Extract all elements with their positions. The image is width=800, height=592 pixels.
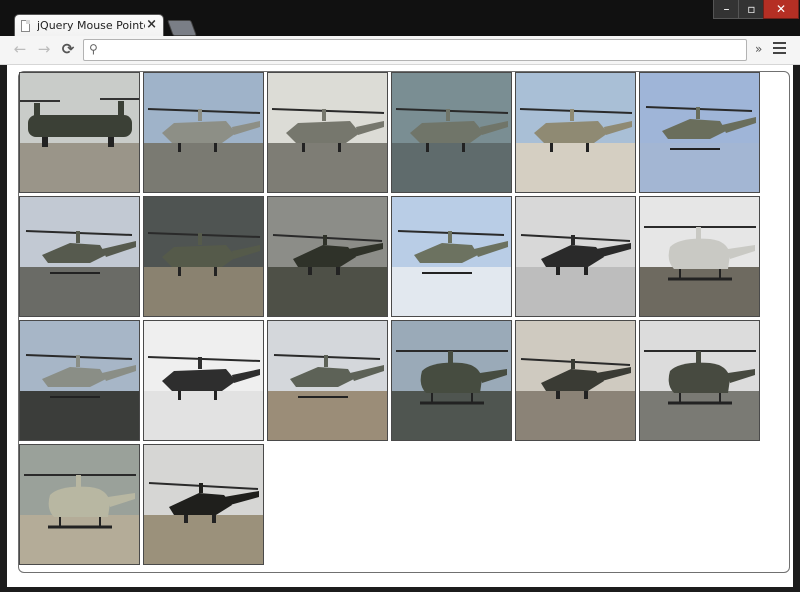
cobra-helicopter-thumbnail[interactable] — [19, 320, 140, 441]
maximize-button[interactable]: ▫ — [738, 0, 765, 19]
close-window-button[interactable]: ✕ — [763, 0, 799, 19]
chinook-helicopter-thumbnail[interactable] — [19, 72, 140, 193]
helicopter-photo — [268, 197, 387, 316]
huey-helicopter-thumbnail[interactable] — [639, 320, 760, 441]
huey-helicopter-thumbnail[interactable] — [391, 320, 512, 441]
title-bar: jQuery Mouse Pointer Pro × – ▫ ✕ — [0, 0, 800, 38]
back-arrow-icon[interactable]: ← — [10, 39, 30, 59]
apache-helicopter-thumbnail[interactable] — [267, 196, 388, 317]
address-bar[interactable]: ⚲ — [83, 39, 747, 61]
helicopter-photo — [640, 73, 759, 192]
helicopter-photo — [20, 73, 139, 192]
helicopter-photo — [392, 197, 511, 316]
reload-icon[interactable]: ⟳ — [58, 39, 78, 59]
helicopter-photo — [392, 321, 511, 440]
helicopter-photo — [144, 73, 263, 192]
mi24-helicopter-thumbnail[interactable] — [391, 72, 512, 193]
helicopter-photo — [144, 321, 263, 440]
cobra-helicopter-thumbnail[interactable] — [19, 196, 140, 317]
page-content — [7, 65, 793, 587]
helicopter-photo — [640, 321, 759, 440]
mi24-helicopter-thumbnail[interactable] — [143, 196, 264, 317]
helicopter-photo — [20, 197, 139, 316]
helicopter-photo — [20, 445, 139, 564]
apache-helicopter-thumbnail[interactable] — [515, 320, 636, 441]
browser-tab[interactable]: jQuery Mouse Pointer Pro × — [14, 14, 164, 38]
mi24-helicopter-thumbnail[interactable] — [143, 72, 264, 193]
url-input[interactable] — [108, 42, 732, 60]
minimize-button[interactable]: – — [713, 0, 740, 19]
tab-title: jQuery Mouse Pointer Pro — [37, 19, 145, 32]
browser-toolbar: ← → ⟳ ⚲ » — [0, 36, 800, 65]
helicopter-photo — [268, 73, 387, 192]
bookmarks-overflow-icon[interactable]: » — [755, 42, 762, 56]
helicopter-photo — [144, 445, 263, 564]
blackhawk-helicopter-thumbnail[interactable] — [143, 444, 264, 565]
mi24-helicopter-thumbnail[interactable] — [267, 72, 388, 193]
mi24-helicopter-thumbnail[interactable] — [515, 72, 636, 193]
helicopter-photo — [20, 321, 139, 440]
new-tab-button[interactable] — [167, 20, 197, 36]
search-icon: ⚲ — [89, 42, 98, 56]
bell-helicopter-thumbnail[interactable] — [19, 444, 140, 565]
helicopter-photo — [392, 73, 511, 192]
gallery-panel — [18, 71, 790, 573]
helicopter-photo — [516, 73, 635, 192]
helicopter-photo — [268, 321, 387, 440]
tab-close-icon[interactable]: × — [146, 17, 157, 32]
helicopter-photo — [516, 321, 635, 440]
helicopter-photo — [516, 197, 635, 316]
cobra-helicopter-thumbnail[interactable] — [391, 196, 512, 317]
mi24-helicopter-thumbnail[interactable] — [143, 320, 264, 441]
apache-helicopter-thumbnail[interactable] — [515, 196, 636, 317]
menu-icon[interactable] — [773, 42, 786, 57]
cobra-helicopter-thumbnail[interactable] — [639, 72, 760, 193]
forward-arrow-icon[interactable]: → — [34, 39, 54, 59]
huey-helicopter-thumbnail[interactable] — [639, 196, 760, 317]
cobra-helicopter-thumbnail[interactable] — [267, 320, 388, 441]
helicopter-photo — [144, 197, 263, 316]
document-icon — [21, 20, 30, 32]
helicopter-photo — [640, 197, 759, 316]
